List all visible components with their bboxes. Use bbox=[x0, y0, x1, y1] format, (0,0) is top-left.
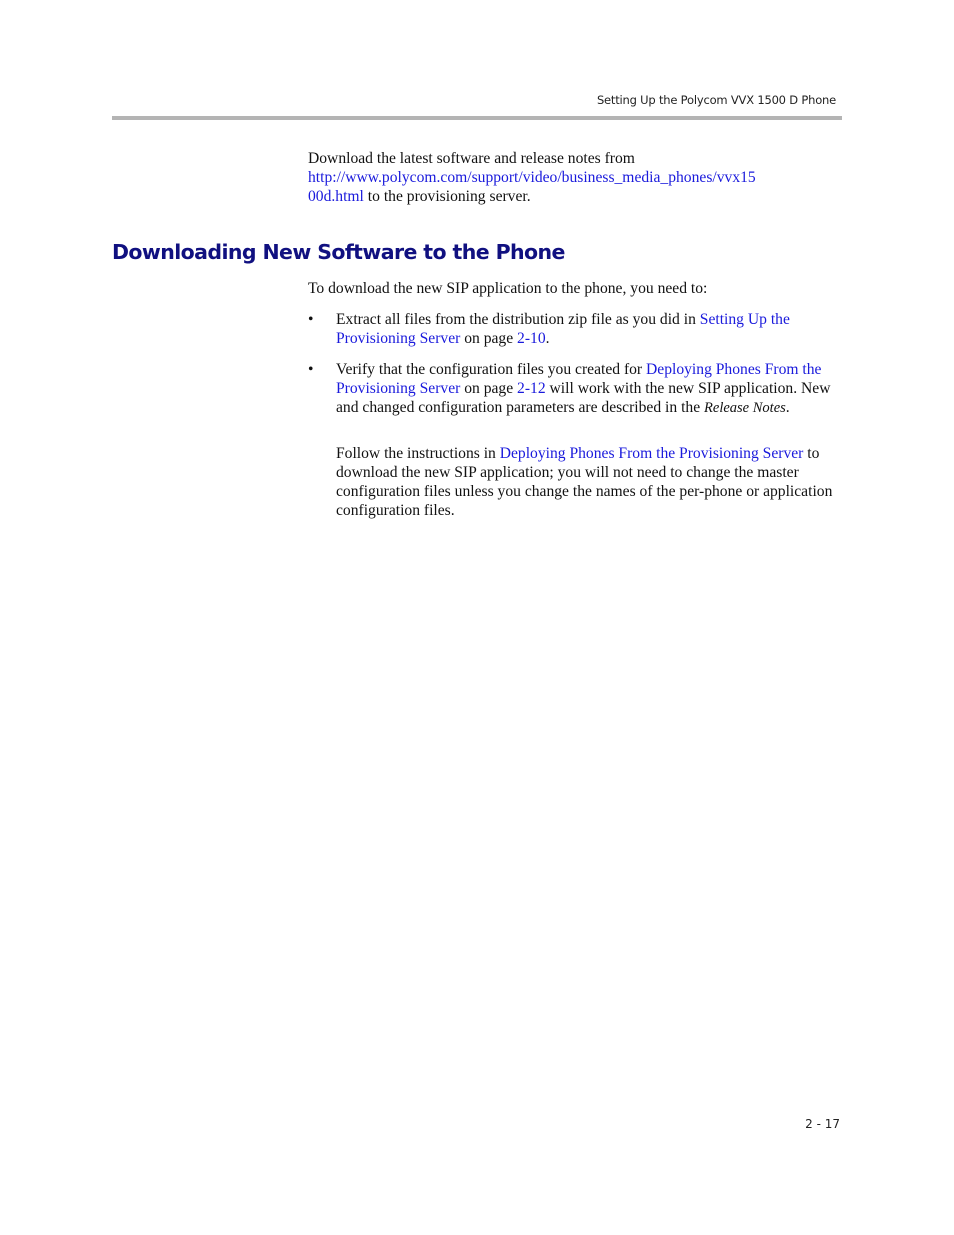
bullet-icon: • bbox=[308, 361, 314, 378]
section-lead: To download the new SIP application to t… bbox=[308, 280, 708, 297]
bullet-text-mid: on page bbox=[460, 380, 518, 397]
bullet-text: Verify that the configuration files you … bbox=[336, 360, 848, 418]
download-url-line2[interactable]: 00d.html bbox=[308, 188, 364, 205]
bullet-icon: • bbox=[308, 311, 314, 328]
follow-up-text-start: Follow the instructions in bbox=[336, 445, 500, 462]
intro-text-after: to the provisioning server. bbox=[363, 188, 531, 205]
bullet-text-mid: on page bbox=[460, 330, 518, 347]
page-2-10-link[interactable]: 2-10 bbox=[517, 330, 546, 347]
release-notes-title: Release Notes bbox=[704, 400, 786, 416]
intro-text: Download the latest software and release… bbox=[308, 150, 635, 167]
bullet-text-start: Verify that the configuration files you … bbox=[336, 361, 647, 378]
intro-paragraph: Download the latest software and release… bbox=[308, 149, 848, 206]
deploying-phones-link-2[interactable]: Deploying Phones From the Provisioning S… bbox=[500, 445, 804, 462]
header-rule bbox=[112, 116, 842, 120]
bullet-text-end: . bbox=[545, 330, 550, 347]
download-url-line1[interactable]: http://www.polycom.com/support/video/bus… bbox=[308, 169, 756, 186]
follow-up-paragraph: Follow the instructions in Deploying Pho… bbox=[336, 444, 848, 520]
bullet-text: Extract all files from the distribution … bbox=[336, 310, 848, 348]
running-header: Setting Up the Polycom VVX 1500 D Phone bbox=[596, 93, 836, 107]
bullet-text-start: Extract all files from the distribution … bbox=[336, 311, 700, 328]
section-title: Downloading New Software to the Phone bbox=[112, 240, 565, 264]
page-2-12-link[interactable]: 2-12 bbox=[517, 380, 546, 397]
bullet-text-end: . bbox=[785, 399, 790, 416]
page-number: 2 - 17 bbox=[805, 1117, 840, 1131]
